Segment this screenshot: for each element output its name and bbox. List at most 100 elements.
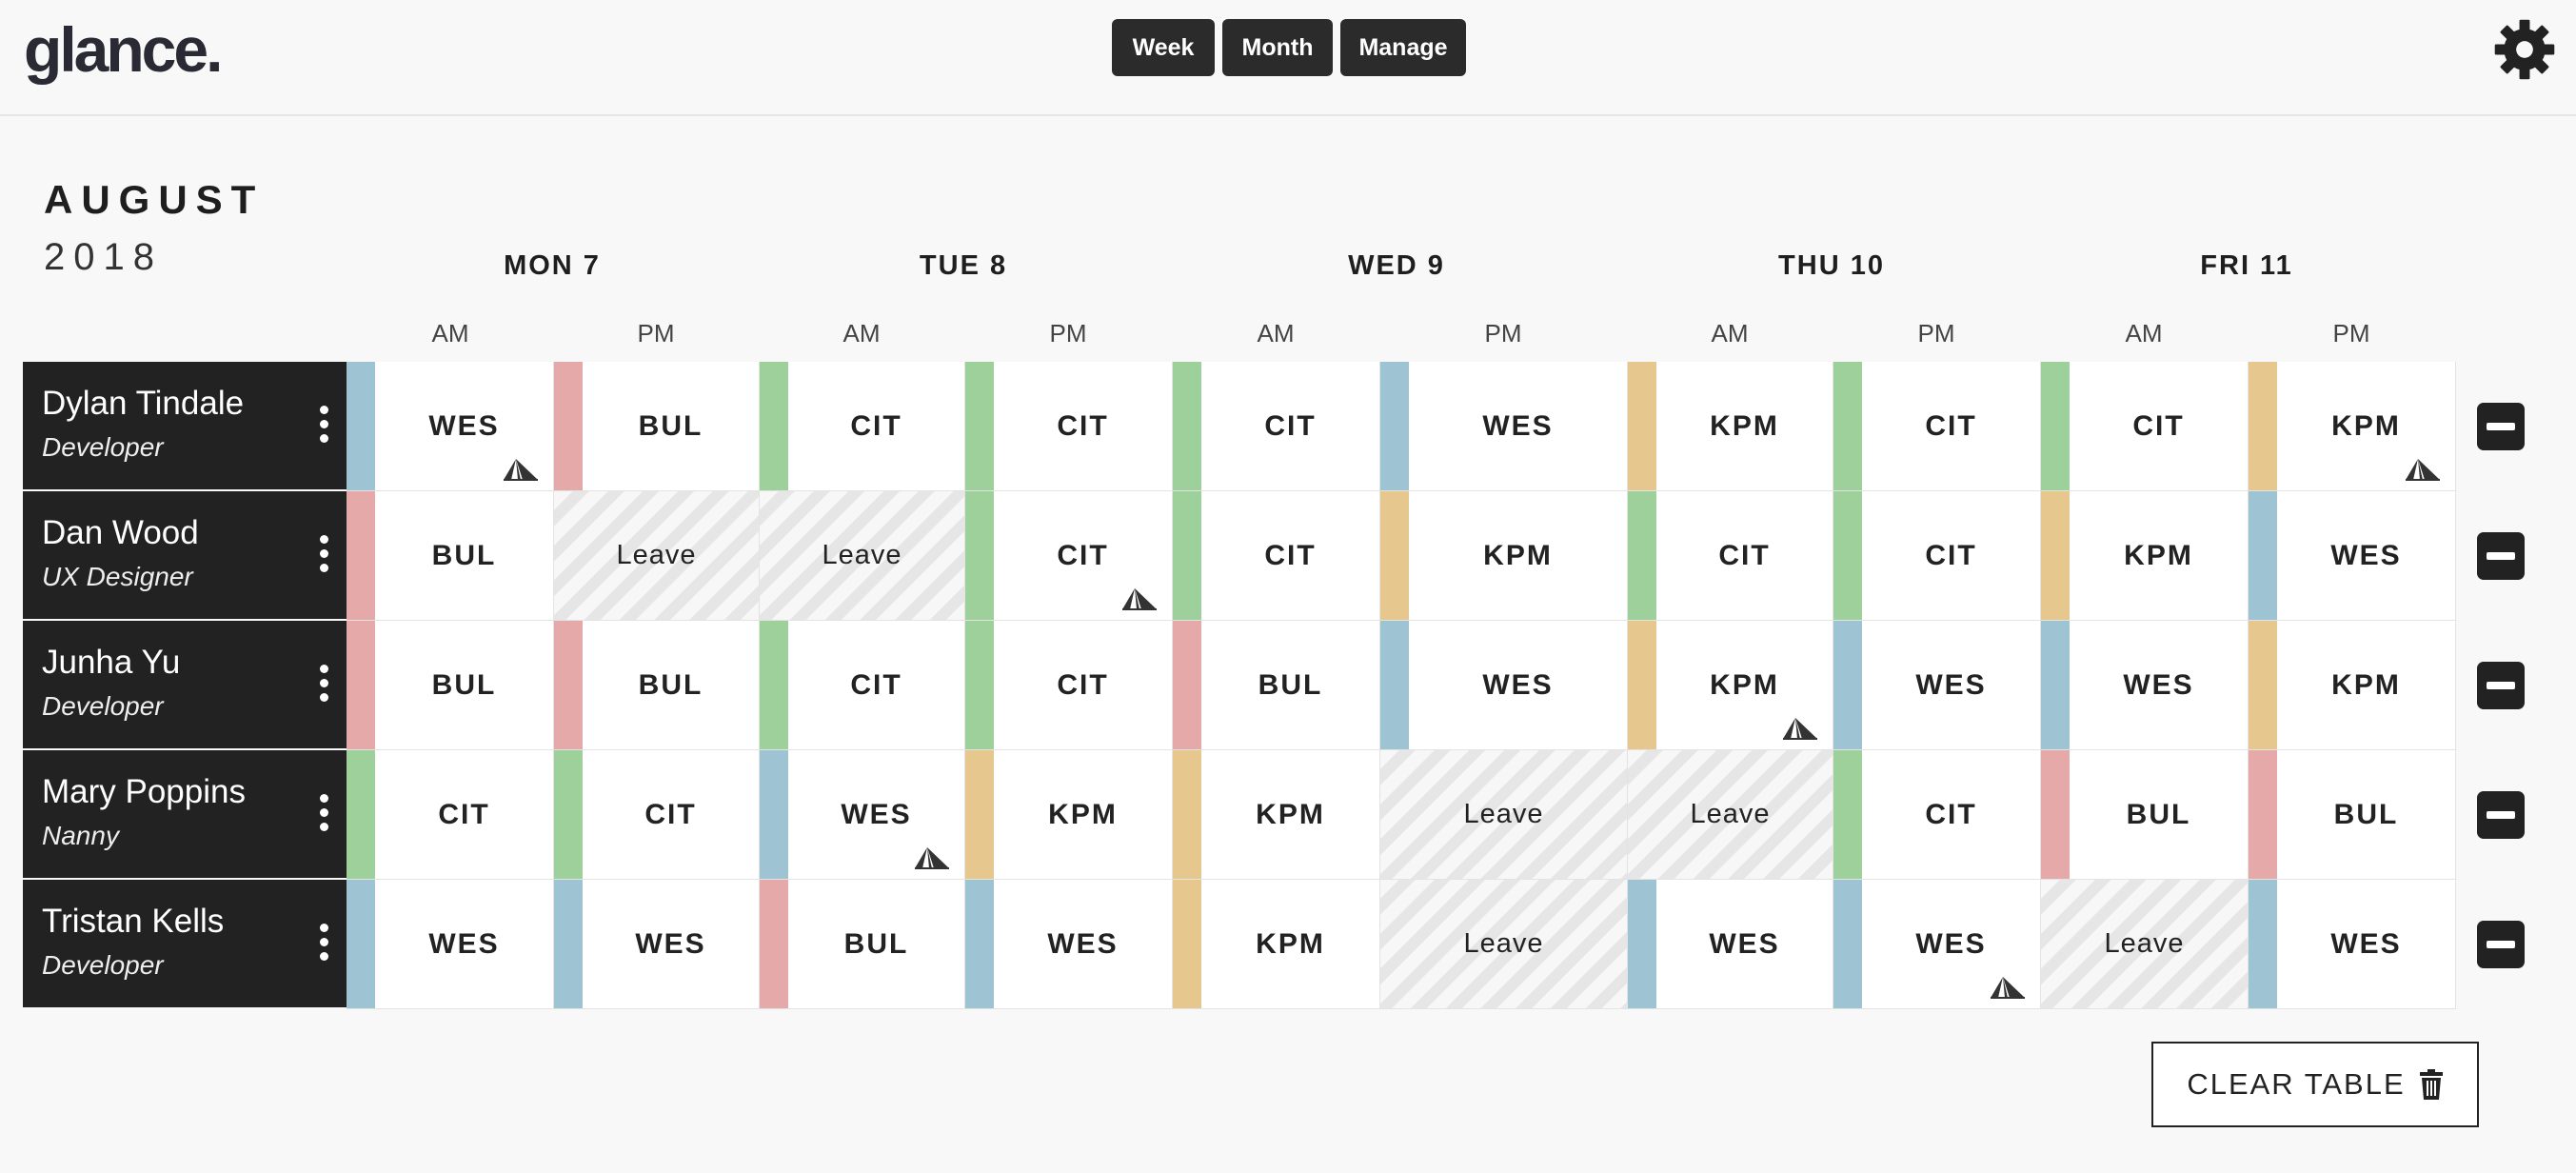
manage-button[interactable]: Manage xyxy=(1340,19,1466,76)
schedule-slot[interactable]: CIT xyxy=(965,362,1173,491)
schedule-slot[interactable]: CIT xyxy=(965,491,1173,621)
schedule-slot[interactable]: WES xyxy=(554,880,760,1009)
more-options-icon[interactable] xyxy=(314,535,333,579)
leave-slot[interactable]: Leave xyxy=(1380,880,1628,1009)
remove-person-button[interactable] xyxy=(2477,662,2525,709)
leave-slot[interactable]: Leave xyxy=(554,491,760,621)
tent-icon xyxy=(915,847,949,869)
project-code: WES xyxy=(2330,539,2402,571)
month-view-button[interactable]: Month xyxy=(1222,19,1333,76)
schedule-slot[interactable]: WES xyxy=(760,750,965,880)
schedule-slot[interactable]: WES xyxy=(2249,880,2456,1009)
schedule-slot[interactable]: BUL xyxy=(1173,621,1380,750)
leave-slot[interactable]: Leave xyxy=(1628,750,1833,880)
project-code: CIT xyxy=(1925,409,1977,442)
clear-table-button[interactable]: CLEAR TABLE xyxy=(2151,1042,2479,1127)
project-color-bar xyxy=(2249,880,2277,1008)
schedule-slot[interactable]: KPM xyxy=(2041,491,2249,621)
project-color-bar xyxy=(1173,491,1201,620)
schedule-slot[interactable]: CIT xyxy=(1173,362,1380,491)
schedule-slot[interactable]: KPM xyxy=(2249,621,2456,750)
gear-icon[interactable] xyxy=(2492,17,2557,82)
schedule-slot[interactable]: KPM xyxy=(1628,621,1833,750)
schedule-slot[interactable]: BUL xyxy=(554,362,760,491)
remove-person-button[interactable] xyxy=(2477,791,2525,839)
schedule-slot[interactable]: WES xyxy=(1628,880,1833,1009)
schedule-slot[interactable]: KPM xyxy=(2249,362,2456,491)
remove-person-button[interactable] xyxy=(2477,403,2525,450)
schedule-slot[interactable]: WES xyxy=(2249,491,2456,621)
schedule-slot[interactable]: WES xyxy=(347,880,554,1009)
schedule-slot[interactable]: BUL xyxy=(554,621,760,750)
schedule-slot[interactable]: WES xyxy=(347,362,554,491)
pm-label: PM xyxy=(2332,319,2370,348)
project-code: KPM xyxy=(1256,927,1325,960)
app-logo[interactable]: glance. xyxy=(24,13,223,86)
project-code: WES xyxy=(1709,927,1780,960)
person-card: Dan Wood UX Designer xyxy=(23,491,347,619)
project-color-bar xyxy=(760,750,788,879)
remove-person-button[interactable] xyxy=(2477,532,2525,580)
project-code: WES xyxy=(1047,927,1119,960)
tent-icon xyxy=(2406,459,2440,481)
project-code: WES xyxy=(635,927,706,960)
remove-person-button[interactable] xyxy=(2477,921,2525,968)
person-name: Dylan Tindale xyxy=(42,385,245,422)
project-code: CIT xyxy=(2132,409,2185,442)
top-bar: glance. Week Month Manage xyxy=(0,0,2576,116)
schedule-slot[interactable]: CIT xyxy=(1833,362,2041,491)
project-code: WES xyxy=(428,927,500,960)
schedule-slot[interactable]: CIT xyxy=(554,750,760,880)
schedule-slot[interactable]: CIT xyxy=(1628,491,1833,621)
project-code: CIT xyxy=(850,409,902,442)
schedule-slot[interactable]: CIT xyxy=(1833,750,2041,880)
week-view-button[interactable]: Week xyxy=(1112,19,1215,76)
project-color-bar xyxy=(1628,491,1656,620)
project-color-bar xyxy=(760,362,788,490)
trash-icon xyxy=(2419,1069,2443,1100)
project-code: KPM xyxy=(2331,668,2401,701)
project-color-bar xyxy=(1628,880,1656,1008)
project-code: Leave xyxy=(822,540,902,570)
schedule-slot[interactable]: KPM xyxy=(1173,880,1380,1009)
schedule-slot[interactable]: WES xyxy=(1380,362,1628,491)
schedule-slot[interactable]: CIT xyxy=(347,750,554,880)
leave-slot[interactable]: Leave xyxy=(2041,880,2249,1009)
project-code: WES xyxy=(2123,668,2194,701)
schedule-slot[interactable]: CIT xyxy=(965,621,1173,750)
schedule-slot[interactable]: WES xyxy=(965,880,1173,1009)
more-options-icon[interactable] xyxy=(314,406,333,449)
schedule-slot[interactable]: KPM xyxy=(1628,362,1833,491)
schedule-slot[interactable]: CIT xyxy=(1833,491,2041,621)
schedule-slot[interactable]: BUL xyxy=(347,621,554,750)
more-options-icon[interactable] xyxy=(314,924,333,967)
tent-icon xyxy=(1991,977,2025,999)
schedule-slot[interactable]: BUL xyxy=(2249,750,2456,880)
schedule-slot[interactable]: WES xyxy=(2041,621,2249,750)
schedule-slot[interactable]: CIT xyxy=(760,621,965,750)
schedule-slot[interactable]: BUL xyxy=(347,491,554,621)
schedule-slot[interactable]: WES xyxy=(1833,621,2041,750)
leave-slot[interactable]: Leave xyxy=(760,491,965,621)
clear-table-label: CLEAR TABLE xyxy=(2187,1067,2406,1101)
year-title: 2018 xyxy=(44,236,163,278)
schedule-slot[interactable]: CIT xyxy=(2041,362,2249,491)
project-color-bar xyxy=(965,880,994,1008)
project-color-bar xyxy=(1173,362,1201,490)
schedule-slot[interactable]: KPM xyxy=(1380,491,1628,621)
schedule-slot[interactable]: BUL xyxy=(760,880,965,1009)
schedule-slot[interactable]: KPM xyxy=(965,750,1173,880)
person-name: Junha Yu xyxy=(42,644,181,681)
pm-label: PM xyxy=(1049,319,1087,348)
more-options-icon[interactable] xyxy=(314,665,333,708)
leave-slot[interactable]: Leave xyxy=(1380,750,1628,880)
schedule-slot[interactable]: CIT xyxy=(760,362,965,491)
more-options-icon[interactable] xyxy=(314,794,333,838)
schedule-slot[interactable]: CIT xyxy=(1173,491,1380,621)
project-color-bar xyxy=(1380,362,1409,490)
schedule-slot[interactable]: BUL xyxy=(2041,750,2249,880)
schedule-slot[interactable]: KPM xyxy=(1173,750,1380,880)
schedule-slot[interactable]: WES xyxy=(1380,621,1628,750)
schedule-slot[interactable]: WES xyxy=(1833,880,2041,1009)
project-code: WES xyxy=(1482,409,1554,442)
